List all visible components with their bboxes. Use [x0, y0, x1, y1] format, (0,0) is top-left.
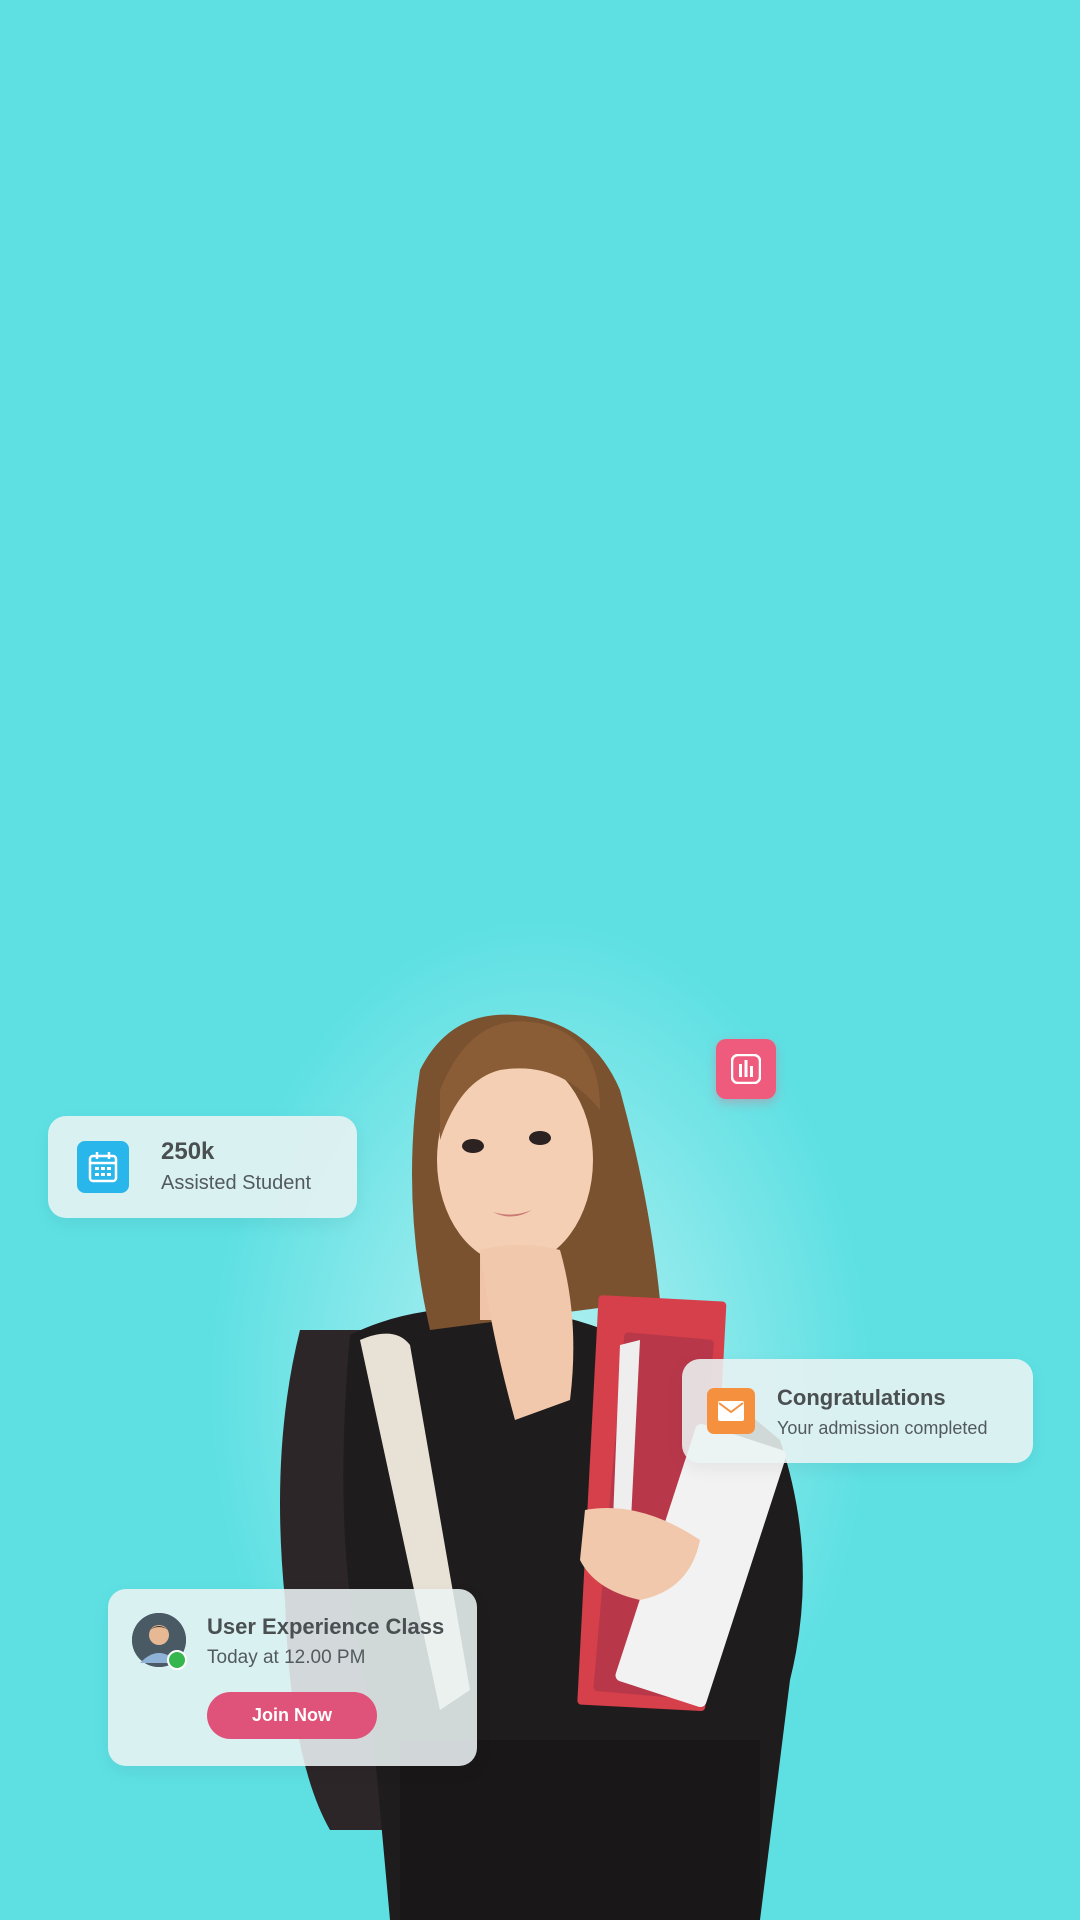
stat-value: 250k: [161, 1138, 215, 1165]
message-subtitle: Your admission completed: [777, 1418, 988, 1438]
join-now-button[interactable]: Join Now: [207, 1692, 377, 1739]
calendar-icon: [77, 1141, 129, 1193]
bar-chart-icon: [731, 1054, 761, 1084]
online-status-dot: [167, 1650, 187, 1670]
bar-chart-badge[interactable]: [716, 1039, 776, 1099]
mail-icon: [707, 1388, 755, 1434]
class-time: Today at 12.00 PM: [207, 1647, 366, 1668]
class-invite-card: User Experience Class Today at 12.00 PM …: [108, 1589, 477, 1766]
stat-label: Assisted Student: [161, 1172, 312, 1194]
congratulations-card: Congratulations Your admission completed: [682, 1359, 1033, 1463]
message-title: Congratulations: [777, 1385, 946, 1410]
assisted-students-card: 250k Assisted Student: [48, 1116, 357, 1218]
class-title: User Experience Class: [207, 1614, 445, 1639]
